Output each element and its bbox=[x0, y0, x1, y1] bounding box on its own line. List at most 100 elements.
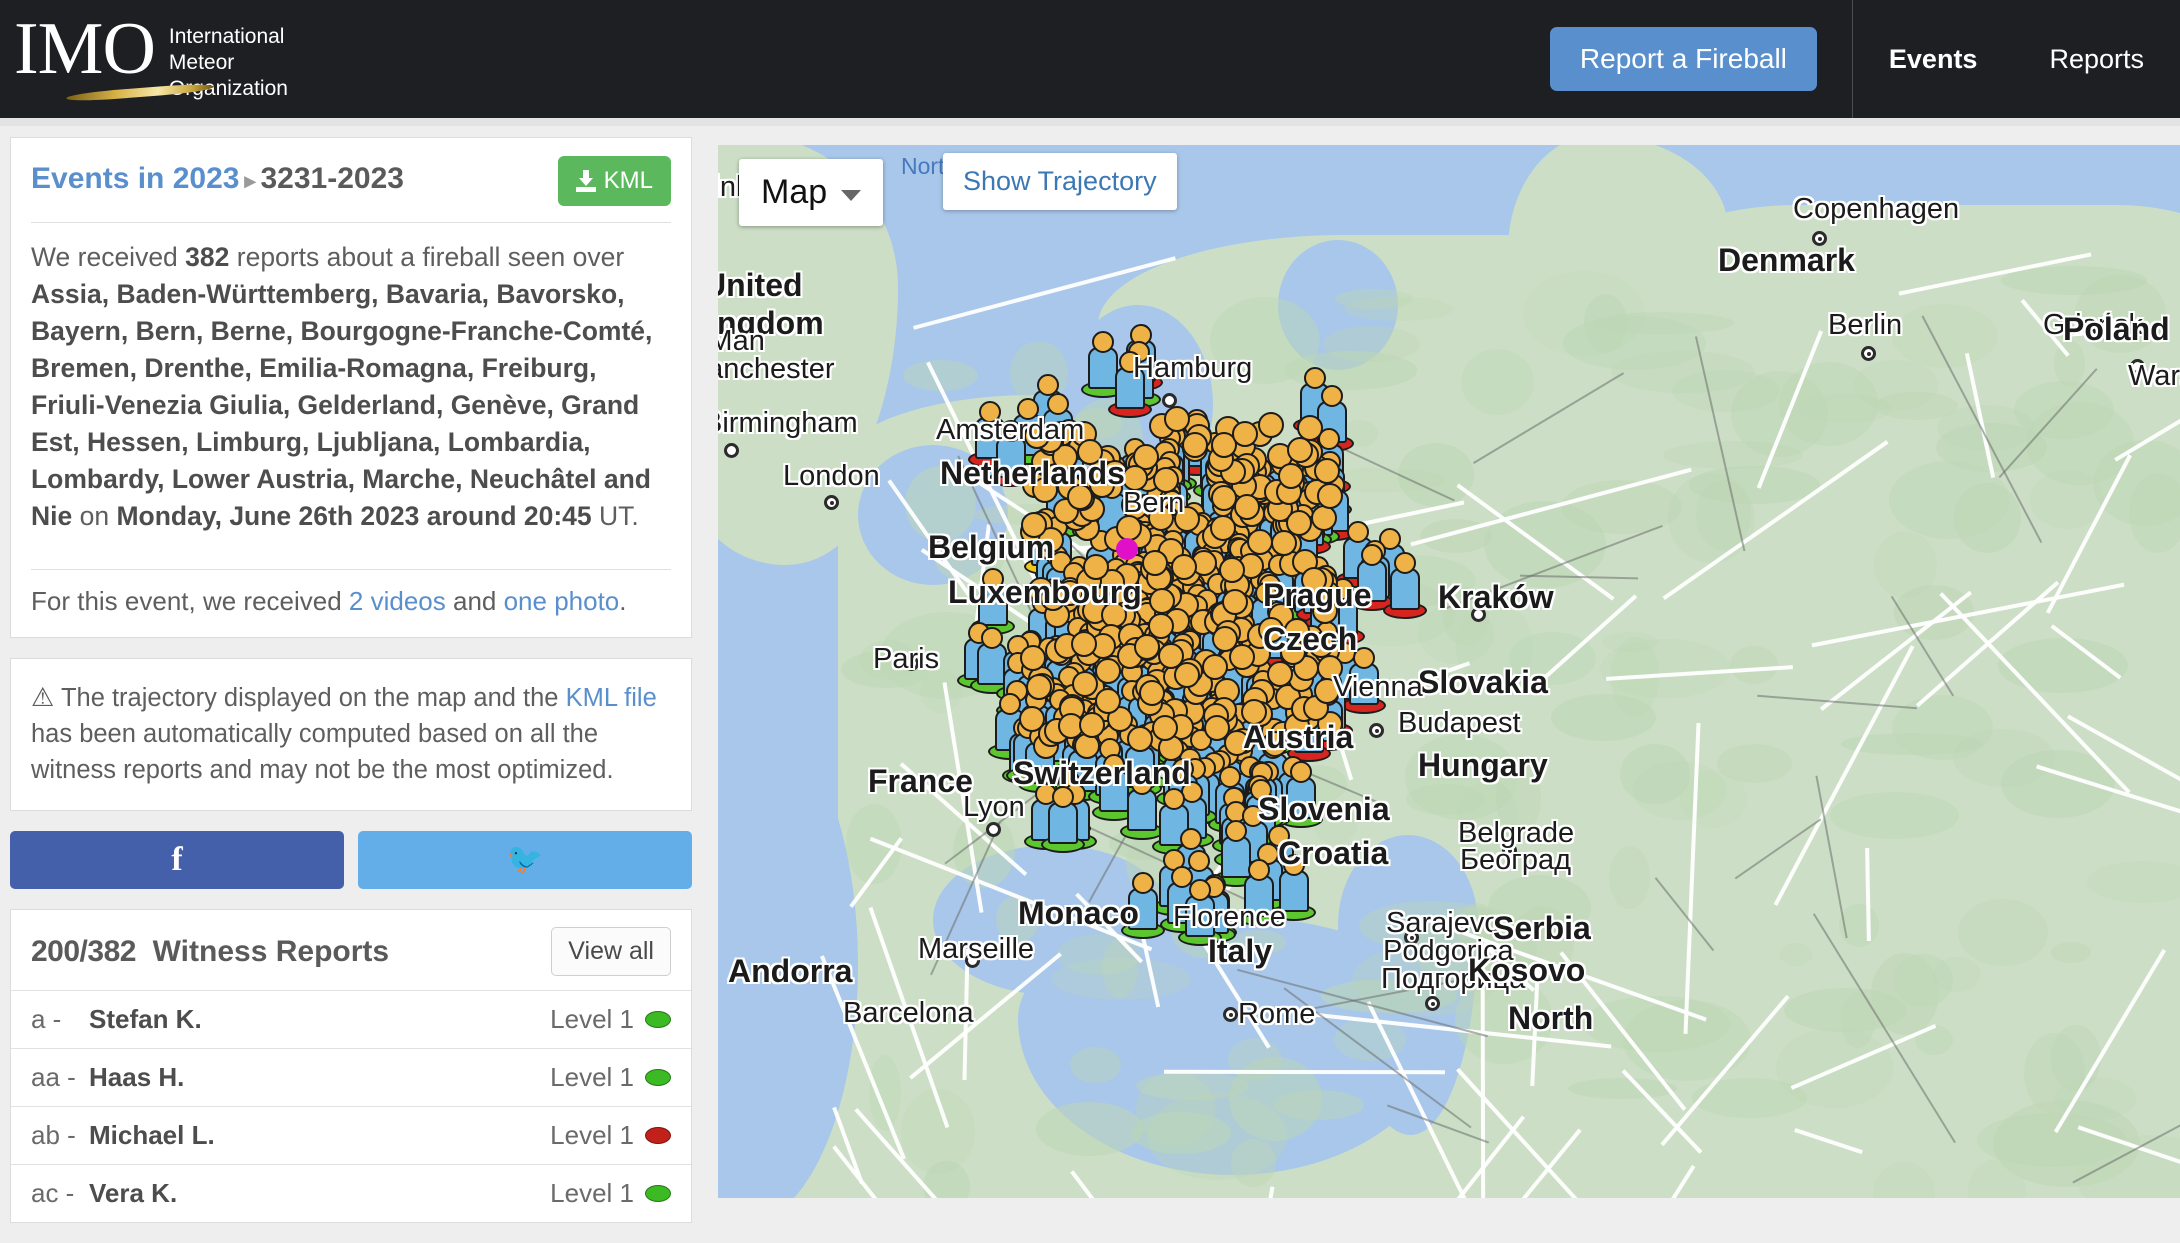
witness-marker-head-icon[interactable] bbox=[1317, 483, 1343, 509]
witness-marker-head-icon[interactable] bbox=[1210, 515, 1236, 541]
witness-marker-icon[interactable] bbox=[1383, 545, 1427, 619]
witness-marker-head-icon[interactable] bbox=[1314, 678, 1340, 704]
share-twitter-button[interactable]: 🐦 bbox=[358, 831, 692, 889]
witness-marker-head-icon[interactable] bbox=[1286, 510, 1312, 536]
map-terrain-shading bbox=[1070, 1047, 1121, 1083]
summary-mid: reports about a fireball seen over bbox=[229, 242, 624, 272]
witness-marker-head-icon[interactable] bbox=[1079, 712, 1105, 738]
witness-marker-head-icon[interactable] bbox=[1211, 485, 1237, 511]
witness-marker-head-icon[interactable] bbox=[1212, 626, 1238, 652]
media-suffix: . bbox=[619, 586, 626, 616]
city-marker-icon bbox=[1223, 1007, 1238, 1022]
witness-marker-icon[interactable] bbox=[1237, 852, 1281, 926]
witness-marker-icon[interactable] bbox=[1121, 865, 1165, 939]
photo-link[interactable]: one photo bbox=[504, 586, 620, 616]
city-marker-icon bbox=[1425, 996, 1440, 1011]
media-and: and bbox=[446, 586, 504, 616]
summary-lead: We received bbox=[31, 242, 185, 272]
trajectory-point-marker[interactable] bbox=[1116, 538, 1138, 560]
witness-marker-head-icon[interactable] bbox=[1174, 506, 1200, 532]
witness-marker-head-icon[interactable] bbox=[1026, 674, 1052, 700]
witness-marker-head-icon[interactable] bbox=[1280, 639, 1306, 665]
witness-marker-head-icon[interactable] bbox=[1241, 699, 1267, 725]
witness-marker-head-icon[interactable] bbox=[1083, 554, 1109, 580]
witness-marker-head-icon[interactable] bbox=[1258, 617, 1284, 643]
witness-marker-icon[interactable] bbox=[1108, 344, 1152, 418]
nav-link-events[interactable]: Events bbox=[1853, 0, 2014, 118]
witness-marker-head-icon[interactable] bbox=[1149, 588, 1175, 614]
witness-marker-head-icon[interactable] bbox=[1142, 550, 1168, 576]
report-witness-name: Vera K. bbox=[89, 1178, 177, 1209]
witness-marker-icon[interactable] bbox=[1041, 779, 1085, 853]
map-terrain-shading bbox=[1461, 349, 1534, 415]
view-all-button[interactable]: View all bbox=[551, 927, 671, 976]
city-marker-icon bbox=[1861, 346, 1876, 361]
map-terrain-shading bbox=[1593, 312, 1734, 334]
witness-marker-head-icon[interactable] bbox=[1158, 643, 1184, 669]
breadcrumb-parent-link[interactable]: Events in 2023 bbox=[31, 162, 239, 195]
witness-marker-head-icon[interactable] bbox=[1148, 505, 1174, 531]
witness-reports-card: 200/382 Witness Reports View all a - Ste… bbox=[10, 909, 692, 1223]
logo-line-1: International bbox=[169, 24, 288, 50]
header-underline bbox=[0, 118, 2180, 126]
city-marker-icon bbox=[824, 495, 839, 510]
witness-marker-head-icon[interactable] bbox=[1204, 715, 1230, 741]
map-terrain-shading bbox=[1496, 760, 1541, 834]
imo-logo[interactable]: IMO International Meteor Organization bbox=[0, 16, 288, 102]
media-prefix: For this event, we received bbox=[31, 586, 349, 616]
nav-link-reports[interactable]: Reports bbox=[2013, 0, 2180, 118]
witness-marker-head-icon[interactable] bbox=[1139, 680, 1165, 706]
witness-marker-head-icon[interactable] bbox=[1040, 585, 1066, 611]
witness-marker-head-icon[interactable] bbox=[1127, 726, 1153, 752]
table-row[interactable]: aa - Haas H. Level 1 bbox=[11, 1048, 691, 1106]
event-sidebar: Events in 2023▸3231-2023 KML We received… bbox=[10, 137, 692, 1243]
witness-marker-head-icon[interactable] bbox=[1202, 654, 1228, 680]
witness-marker-head-icon[interactable] bbox=[1095, 688, 1121, 714]
witness-marker-head-icon[interactable] bbox=[1219, 557, 1245, 583]
map-terrain-shading bbox=[1780, 943, 1812, 966]
table-row[interactable]: a - Stefan K. Level 1 bbox=[11, 990, 691, 1048]
map-canvas[interactable]: North SeaCopenhagenDenmarkGdańskBerlinPo… bbox=[718, 145, 2180, 1198]
map-type-selector[interactable]: Map bbox=[739, 159, 883, 226]
report-witness-name: Stefan K. bbox=[89, 1004, 202, 1035]
warning-triangle-icon: ⚠ bbox=[31, 682, 54, 712]
event-summary-text: We received 382 reports about a fireball… bbox=[11, 223, 691, 553]
table-row[interactable]: ab - Michael L. Level 1 bbox=[11, 1106, 691, 1164]
witness-marker-head-icon[interactable] bbox=[1024, 423, 1050, 449]
videos-link[interactable]: 2 videos bbox=[349, 586, 446, 616]
witness-marker-icon[interactable] bbox=[1178, 872, 1222, 946]
fireball-map[interactable]: North SeaCopenhagenDenmarkGdańskBerlinPo… bbox=[718, 145, 2180, 1198]
twitter-icon: 🐦 bbox=[506, 845, 543, 875]
witness-marker-head-icon[interactable] bbox=[1311, 505, 1337, 531]
witness-marker-head-icon[interactable] bbox=[1171, 554, 1197, 580]
city-marker-icon bbox=[1369, 723, 1384, 738]
witness-marker-head-icon[interactable] bbox=[1262, 731, 1288, 757]
witness-reports-header: 200/382 Witness Reports View all bbox=[11, 910, 691, 990]
witness-marker-head-icon[interactable] bbox=[1164, 406, 1190, 432]
witness-marker-head-icon[interactable] bbox=[1152, 715, 1178, 741]
map-terrain-shading bbox=[1730, 646, 1778, 684]
witness-marker-head-icon[interactable] bbox=[1071, 631, 1097, 657]
kml-file-link[interactable]: KML file bbox=[566, 684, 657, 712]
witness-marker-head-icon[interactable] bbox=[1021, 512, 1047, 538]
kml-download-button[interactable]: KML bbox=[558, 156, 671, 206]
report-fireball-button[interactable]: Report a Fireball bbox=[1550, 27, 1817, 91]
report-count: 382 bbox=[185, 242, 229, 272]
witness-marker-head-icon[interactable] bbox=[1122, 465, 1148, 491]
facebook-icon: f bbox=[171, 843, 182, 877]
city-marker-icon bbox=[904, 656, 919, 671]
logo-initials: IMO bbox=[14, 16, 155, 82]
status-badge bbox=[645, 1185, 671, 1202]
witness-marker-head-icon[interactable] bbox=[1072, 671, 1098, 697]
table-row[interactable]: ac - Vera K. Level 1 bbox=[11, 1164, 691, 1222]
witness-marker-head-icon[interactable] bbox=[1077, 439, 1103, 465]
map-terrain-shading bbox=[1457, 903, 1498, 955]
report-code: aa - bbox=[31, 1062, 89, 1093]
witness-marker-head-icon[interactable] bbox=[1032, 477, 1058, 503]
witness-marker-head-icon[interactable] bbox=[1234, 494, 1260, 520]
witness-marker-head-icon[interactable] bbox=[1247, 529, 1273, 555]
show-trajectory-button[interactable]: Show Trajectory bbox=[943, 153, 1177, 210]
witness-marker-head-icon[interactable] bbox=[1067, 484, 1093, 510]
report-witness-name: Haas H. bbox=[89, 1062, 184, 1093]
share-facebook-button[interactable]: f bbox=[10, 831, 344, 889]
